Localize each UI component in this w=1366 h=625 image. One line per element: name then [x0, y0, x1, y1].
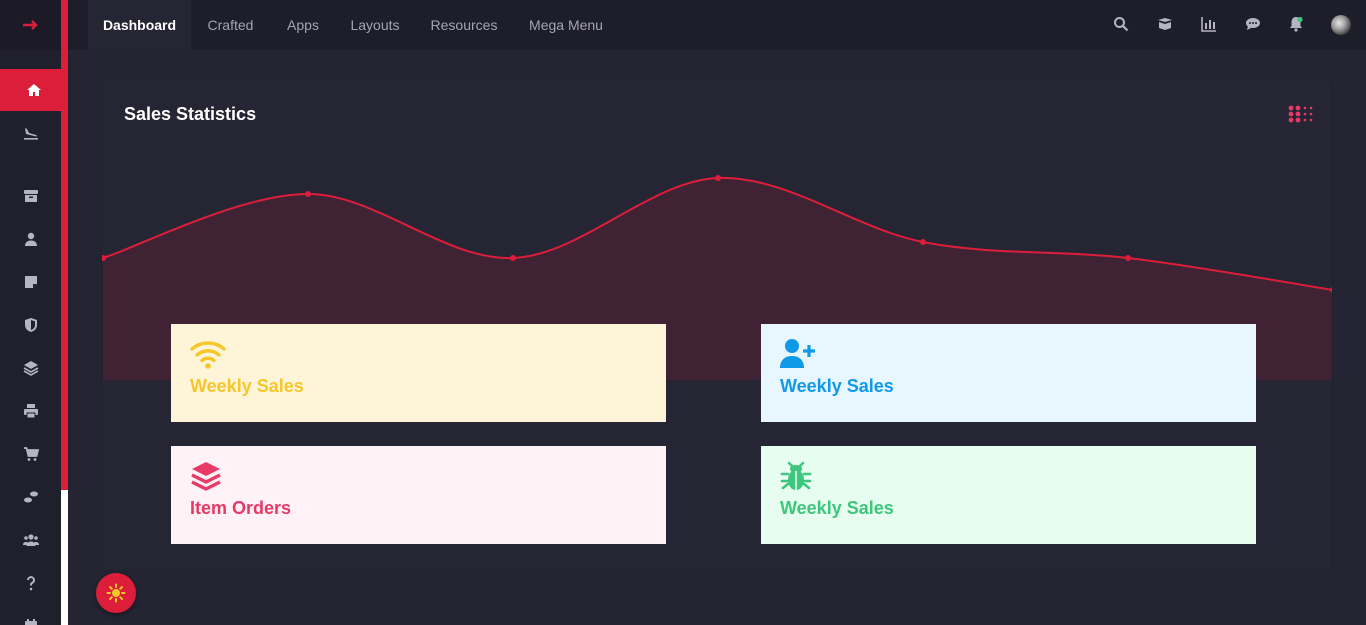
archive-icon: [23, 190, 38, 202]
topbar: Dashboard Crafted Apps Layouts Resources…: [68, 0, 1366, 50]
sales-statistics-card: Sales Statistics Weekly Sales Weekly Sal…: [101, 79, 1333, 571]
chart-point[interactable]: [510, 255, 516, 261]
calendar-icon: [24, 619, 37, 625]
stat-weekly-sales-wifi[interactable]: Weekly Sales: [171, 324, 666, 422]
stat-weekly-sales-user[interactable]: Weekly Sales: [761, 324, 1256, 422]
sidebar-rail-bottom: [61, 490, 68, 625]
sidebar-item-landing[interactable]: [0, 112, 61, 154]
layers-icon: [23, 361, 38, 376]
sun-icon: [106, 583, 126, 603]
sidebar-item-calendar[interactable]: [0, 605, 61, 625]
stat-label: Item Orders: [190, 498, 292, 518]
sidebar-item-layers[interactable]: [0, 347, 61, 389]
home-icon: [27, 84, 41, 96]
sidebar-item-users[interactable]: [0, 519, 61, 561]
wifi-icon: [190, 341, 226, 369]
arrow-right-icon: [22, 20, 38, 30]
sidebar-item-archive[interactable]: [0, 175, 61, 217]
layers-icon: [191, 462, 221, 491]
tab-crafted[interactable]: Crafted: [194, 0, 267, 50]
user-avatar[interactable]: [1331, 15, 1351, 35]
card-title: Sales Statistics: [124, 104, 257, 124]
sidebar-item-user[interactable]: [0, 218, 61, 260]
sidebar-item-shield[interactable]: [0, 304, 61, 346]
tab-layouts[interactable]: Layouts: [340, 0, 410, 50]
tab-apps[interactable]: Apps: [276, 0, 330, 50]
stat-item-orders[interactable]: Item Orders: [171, 446, 666, 544]
sidebar-rail: [61, 0, 68, 490]
sidebar-item-cart[interactable]: [0, 433, 61, 475]
tab-mega-menu[interactable]: Mega Menu: [520, 0, 612, 50]
stat-label: Weekly Sales: [780, 498, 894, 518]
chart-icon[interactable]: [1201, 16, 1217, 32]
settings-float-button[interactable]: [96, 573, 136, 613]
chart-point[interactable]: [715, 175, 721, 181]
stat-label: Weekly Sales: [190, 376, 304, 396]
bug-icon: [780, 461, 812, 490]
tab-resources[interactable]: Resources: [422, 0, 506, 50]
logo-button[interactable]: [0, 0, 61, 50]
stat-weekly-sales-bug[interactable]: Weekly Sales: [761, 446, 1256, 544]
chart-point[interactable]: [920, 239, 926, 245]
chart-point[interactable]: [305, 191, 311, 197]
chat-icon[interactable]: [1245, 16, 1261, 32]
sidebar-item-print[interactable]: [0, 390, 61, 432]
plane-landing-icon: [23, 128, 38, 140]
search-icon[interactable]: [1113, 16, 1129, 32]
printer-icon: [23, 404, 38, 419]
footprints-icon: [23, 491, 38, 503]
shield-icon: [24, 318, 37, 332]
user-plus-icon: [780, 339, 815, 368]
sidebar-item-help[interactable]: [0, 562, 61, 604]
users-icon: [22, 534, 39, 546]
tab-dashboard[interactable]: Dashboard: [88, 0, 191, 50]
chart-point[interactable]: [1125, 255, 1131, 261]
box-icon[interactable]: [1157, 16, 1173, 32]
dots-menu-icon[interactable]: [1288, 105, 1314, 123]
sidebar-item-footprints[interactable]: [0, 476, 61, 518]
cart-icon: [23, 447, 39, 461]
sidebar-item-note[interactable]: [0, 261, 61, 303]
bell-icon[interactable]: [1288, 16, 1304, 32]
stat-label: Weekly Sales: [780, 376, 894, 396]
sidebar-item-home[interactable]: [0, 69, 68, 111]
note-icon: [24, 276, 37, 288]
sidebar: [0, 0, 68, 625]
user-icon: [24, 232, 37, 246]
question-icon: [26, 576, 35, 591]
